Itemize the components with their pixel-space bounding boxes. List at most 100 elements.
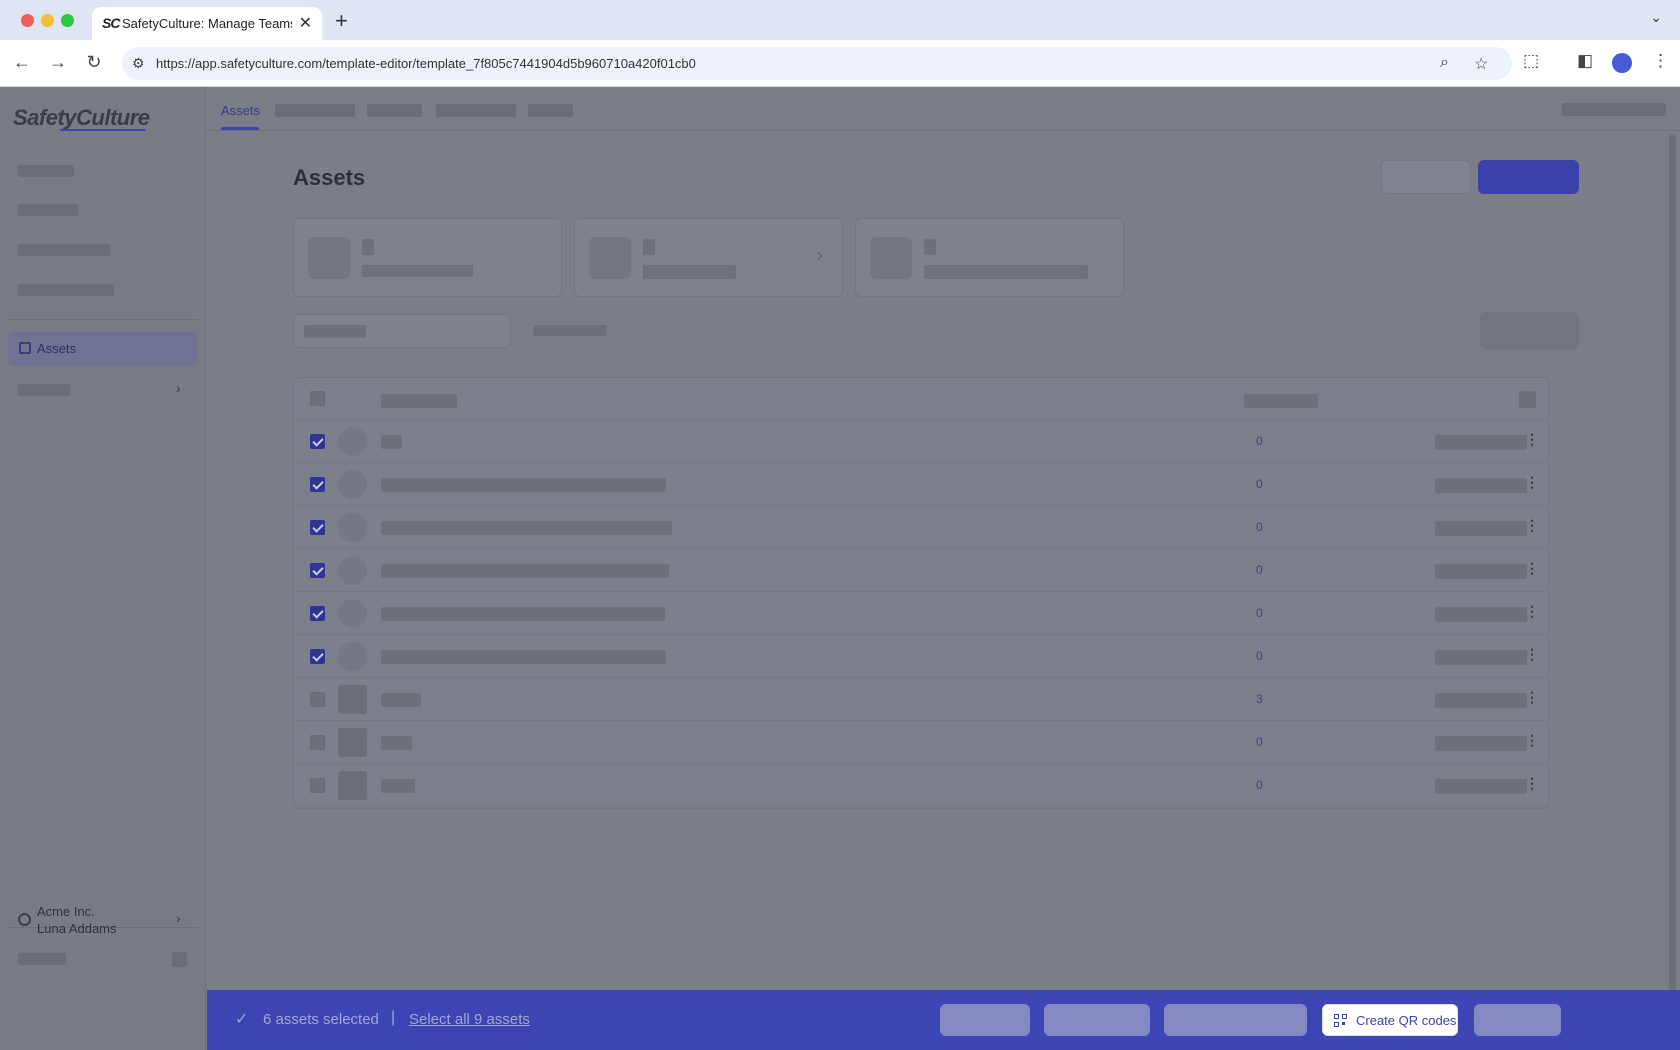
asset-name-placeholder[interactable]: [381, 564, 669, 578]
maximize-window-button[interactable]: [61, 14, 74, 27]
asset-name-placeholder[interactable]: [381, 736, 412, 750]
organization-switcher[interactable]: Acme Inc. Luna Addams: [37, 903, 117, 937]
chevron-right-icon[interactable]: ›: [176, 380, 181, 396]
row-more-icon[interactable]: ⋮: [1525, 647, 1539, 661]
asset-count[interactable]: 0: [1256, 735, 1276, 749]
chevron-right-icon[interactable]: ›: [176, 910, 181, 926]
sidebar-item-assets[interactable]: Assets: [8, 332, 198, 366]
bulk-action-button[interactable]: [1044, 1004, 1150, 1036]
select-all-link[interactable]: Select all 9 assets: [409, 1011, 530, 1028]
search-input[interactable]: [293, 314, 511, 348]
asset-name-placeholder[interactable]: [381, 607, 665, 621]
column-header-placeholder[interactable]: [1244, 394, 1318, 408]
row-more-icon[interactable]: ⋮: [1525, 604, 1539, 618]
header-action-placeholder[interactable]: [1562, 103, 1666, 116]
asset-name-placeholder[interactable]: [381, 779, 415, 793]
table-row[interactable]: 0 ⋮: [294, 721, 1548, 764]
row-checkbox[interactable]: [310, 649, 325, 664]
asset-name-placeholder[interactable]: [381, 435, 402, 449]
table-row[interactable]: 0 ⋮: [294, 420, 1548, 463]
table-row[interactable]: 3 ⋮: [294, 678, 1548, 721]
asset-name-placeholder[interactable]: [381, 521, 672, 535]
row-more-icon[interactable]: ⋮: [1525, 690, 1539, 704]
row-checkbox[interactable]: [310, 778, 325, 793]
sidebar-item-placeholder[interactable]: [18, 284, 114, 296]
sidebar-item-placeholder[interactable]: [18, 953, 66, 965]
primary-action-button[interactable]: [1478, 160, 1579, 194]
tab-assets[interactable]: Assets: [221, 103, 260, 118]
row-checkbox[interactable]: [310, 735, 325, 750]
column-settings-icon[interactable]: [1519, 391, 1536, 408]
sidebar-item-placeholder[interactable]: [172, 952, 187, 967]
stat-card[interactable]: ›: [574, 218, 843, 297]
row-checkbox[interactable]: [310, 520, 325, 535]
new-tab-icon[interactable]: +: [335, 8, 348, 34]
safetyculture-logo[interactable]: SafetyCulture: [13, 105, 150, 131]
close-window-button[interactable]: [21, 14, 34, 27]
column-header-placeholder[interactable]: [381, 394, 457, 408]
forward-icon[interactable]: →: [46, 52, 70, 73]
minimize-window-button[interactable]: [41, 14, 54, 27]
asset-name-placeholder[interactable]: [381, 650, 666, 664]
sidebar-item-placeholder[interactable]: [18, 204, 78, 216]
table-row[interactable]: 0 ⋮: [294, 506, 1548, 549]
asset-count[interactable]: 0: [1256, 477, 1276, 491]
tab-placeholder[interactable]: [528, 104, 573, 117]
asset-name-placeholder[interactable]: [381, 478, 666, 492]
table-row[interactable]: 0 ⋮: [294, 592, 1548, 635]
asset-count[interactable]: 0: [1256, 434, 1276, 448]
side-panel-icon[interactable]: ◧: [1577, 51, 1593, 71]
row-more-icon[interactable]: ⋮: [1525, 518, 1539, 532]
extensions-icon[interactable]: ⬚: [1523, 51, 1539, 71]
asset-count[interactable]: 0: [1256, 606, 1276, 620]
browser-tab[interactable]: SC SafetyCulture: Manage Teams and... ✕: [92, 7, 322, 40]
sidebar-item-placeholder[interactable]: [18, 244, 110, 256]
table-row[interactable]: 0 ⋮: [294, 635, 1548, 678]
row-checkbox[interactable]: [310, 563, 325, 578]
table-row[interactable]: 0 ⋮: [294, 549, 1548, 592]
row-more-icon[interactable]: ⋮: [1525, 561, 1539, 575]
create-qr-codes-button[interactable]: Create QR codes: [1322, 1004, 1458, 1036]
row-checkbox[interactable]: [310, 477, 325, 492]
asset-count[interactable]: 0: [1256, 520, 1276, 534]
star-icon[interactable]: ☆: [1474, 54, 1488, 74]
sidebar-item-placeholder[interactable]: [18, 165, 74, 177]
scrollbar[interactable]: [1669, 134, 1676, 990]
tab-placeholder[interactable]: [275, 104, 355, 117]
site-info-icon[interactable]: ⚙: [132, 55, 145, 72]
asset-thumbnail: [338, 556, 367, 585]
row-checkbox[interactable]: [310, 434, 325, 449]
bulk-action-button[interactable]: [1164, 1004, 1307, 1036]
tab-placeholder[interactable]: [367, 104, 422, 117]
table-row[interactable]: 0 ⋮: [294, 764, 1548, 807]
tab-search-chevron-icon[interactable]: ⌄: [1650, 9, 1662, 26]
back-icon[interactable]: ←: [10, 52, 34, 73]
close-tab-icon[interactable]: ✕: [299, 13, 312, 33]
address-bar[interactable]: ⚙ https://app.safetyculture.com/template…: [122, 47, 1512, 80]
more-icon[interactable]: ⋮: [1652, 51, 1669, 71]
asset-name-placeholder[interactable]: [381, 693, 421, 707]
row-checkbox[interactable]: [310, 692, 325, 707]
row-more-icon[interactable]: ⋮: [1525, 475, 1539, 489]
row-more-icon[interactable]: ⋮: [1525, 776, 1539, 790]
zoom-icon[interactable]: ⌕: [1440, 54, 1449, 72]
row-more-icon[interactable]: ⋮: [1525, 432, 1539, 446]
table-action-button[interactable]: [1480, 312, 1579, 349]
asset-count[interactable]: 0: [1256, 563, 1276, 577]
sidebar-item-placeholder[interactable]: [18, 384, 70, 396]
bulk-action-button[interactable]: [940, 1004, 1030, 1036]
asset-count[interactable]: 0: [1256, 778, 1276, 792]
row-checkbox[interactable]: [310, 606, 325, 621]
select-all-checkbox[interactable]: [310, 391, 325, 406]
asset-count[interactable]: 3: [1256, 692, 1276, 706]
profile-icon[interactable]: [1612, 53, 1632, 73]
row-more-icon[interactable]: ⋮: [1525, 733, 1539, 747]
secondary-action-button[interactable]: [1381, 160, 1471, 194]
filter-link-placeholder[interactable]: [533, 325, 607, 336]
asset-count[interactable]: 0: [1256, 649, 1276, 663]
bulk-action-button[interactable]: [1474, 1004, 1561, 1036]
url-text[interactable]: https://app.safetyculture.com/template-e…: [156, 56, 696, 71]
tab-placeholder[interactable]: [436, 104, 516, 117]
reload-icon[interactable]: ↻: [82, 52, 106, 73]
table-row[interactable]: 0 ⋮: [294, 463, 1548, 506]
